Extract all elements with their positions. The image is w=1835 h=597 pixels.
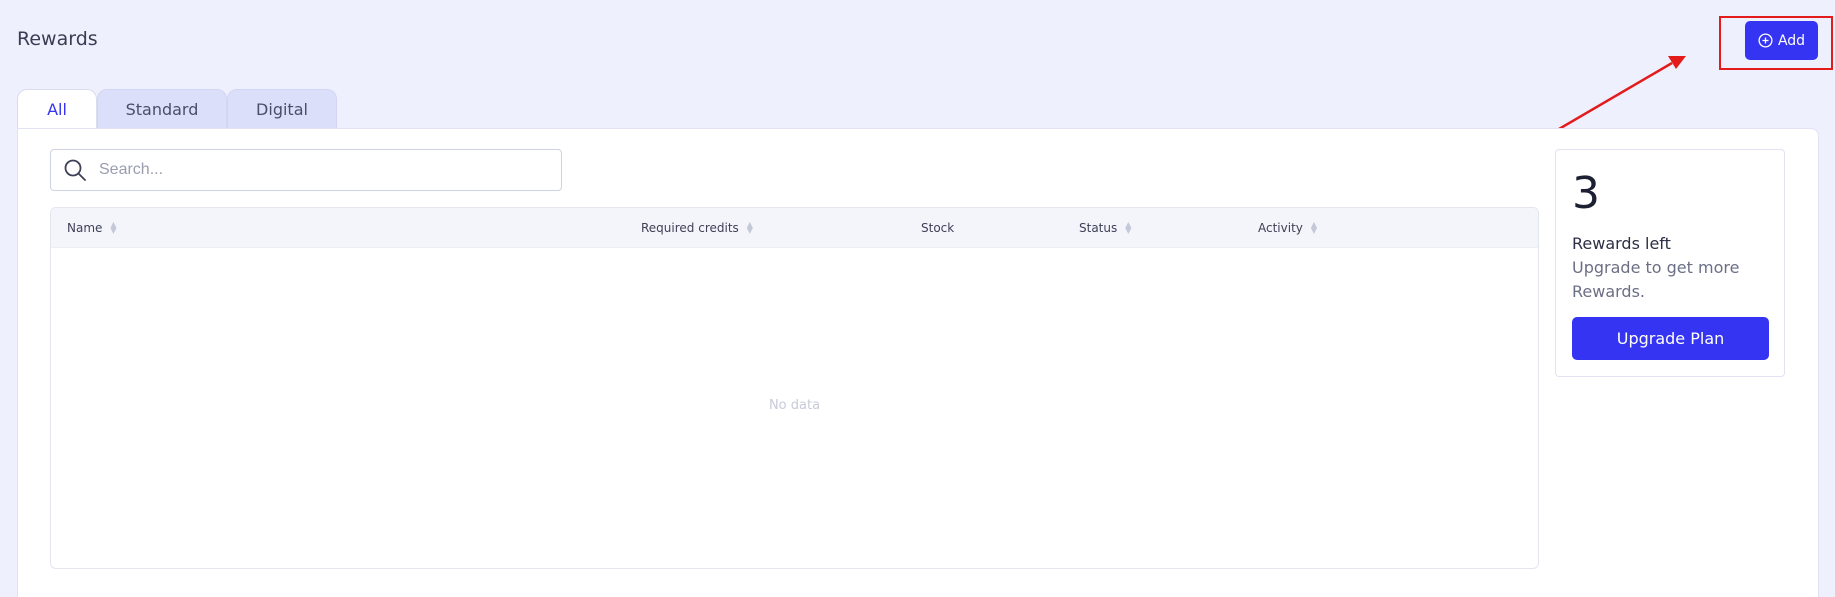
tab-standard[interactable]: Standard: [97, 89, 227, 129]
rewards-table: Name ▲ ▼ Required credits ▲ ▼ Stock Status…: [50, 207, 1539, 569]
upgrade-description: Upgrade to get more Rewards.: [1572, 258, 1740, 301]
sort-icon: ▲ ▼: [1310, 220, 1318, 235]
column-label: Stock: [921, 221, 955, 235]
rewards-left-label: Rewards left: [1572, 234, 1671, 253]
sort-icon: ▲ ▼: [746, 220, 753, 235]
upgrade-plan-button[interactable]: Upgrade Plan: [1572, 317, 1769, 360]
add-button[interactable]: Add: [1745, 21, 1818, 60]
tab-all[interactable]: All: [17, 89, 97, 129]
search-box: [50, 149, 562, 191]
tab-digital[interactable]: Digital: [227, 89, 337, 129]
search-input[interactable]: [99, 161, 499, 179]
reward-type-tabs: All Standard Digital: [17, 89, 337, 129]
sort-icon: ▲ ▼: [1125, 220, 1132, 235]
column-header-status[interactable]: Status ▲ ▼: [1079, 208, 1131, 248]
tab-standard-label: Standard: [125, 100, 199, 119]
search-icon: [63, 158, 87, 182]
column-label: Status: [1079, 221, 1118, 235]
page-title: Rewards: [17, 28, 98, 50]
column-header-activity[interactable]: Activity ▲ ▼: [1258, 208, 1317, 248]
rewards-left-card: 3 Rewards left Upgrade to get more Rewar…: [1555, 149, 1785, 377]
add-button-label: Add: [1777, 32, 1806, 49]
tab-digital-label: Digital: [256, 100, 308, 119]
column-label: Name: [67, 221, 103, 235]
rewards-left-count: 3: [1572, 168, 1600, 219]
sort-icon: ▲ ▼: [110, 220, 117, 235]
table-header: Name ▲ ▼ Required credits ▲ ▼ Stock Status…: [51, 208, 1538, 248]
column-label: Activity: [1258, 221, 1303, 235]
column-label: Required credits: [641, 221, 739, 235]
column-header-stock: Stock: [921, 208, 954, 248]
column-header-name[interactable]: Name ▲ ▼: [67, 208, 117, 248]
plus-circle-icon: [1758, 33, 1773, 48]
tab-all-label: All: [47, 100, 67, 119]
empty-state-text: No data: [768, 398, 821, 413]
column-header-required-credits[interactable]: Required credits ▲ ▼: [641, 208, 753, 248]
